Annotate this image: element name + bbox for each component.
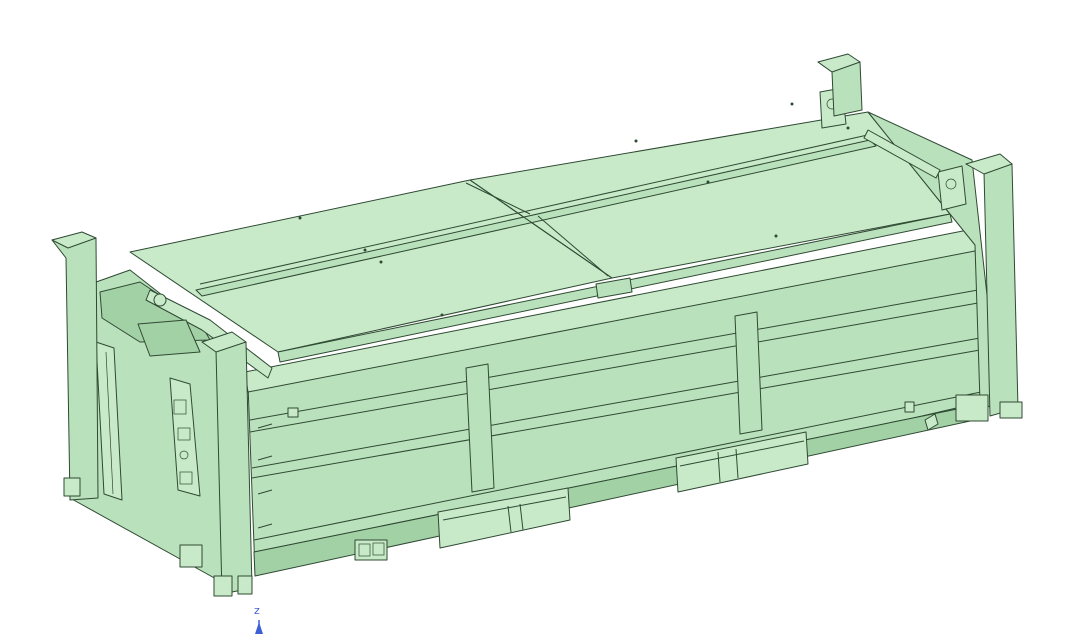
z-axis-arrow-icon [255, 622, 263, 634]
front-post-2 [734, 311, 763, 435]
left-base-plate [179, 544, 203, 568]
corner-casting-lf [213, 575, 233, 597]
roof-handle [595, 277, 633, 299]
axis-triad: z [254, 604, 263, 634]
corner-casting-rf [999, 401, 1023, 419]
container-model [51, 53, 1023, 597]
z-axis-label: z [254, 604, 260, 617]
corner-casting-lb [63, 477, 81, 497]
hinge-pivot-left [153, 293, 167, 307]
corner-post-left-back [51, 233, 99, 501]
3d-viewport[interactable]: .f { fill: #b9e1bb; stroke: #2f4a33; str… [0, 0, 1089, 636]
cad-canvas: .f { fill: #b9e1bb; stroke: #2f4a33; str… [51, 53, 1023, 634]
hinge-plate-right-front [937, 165, 967, 211]
right-base-plate [955, 394, 989, 422]
